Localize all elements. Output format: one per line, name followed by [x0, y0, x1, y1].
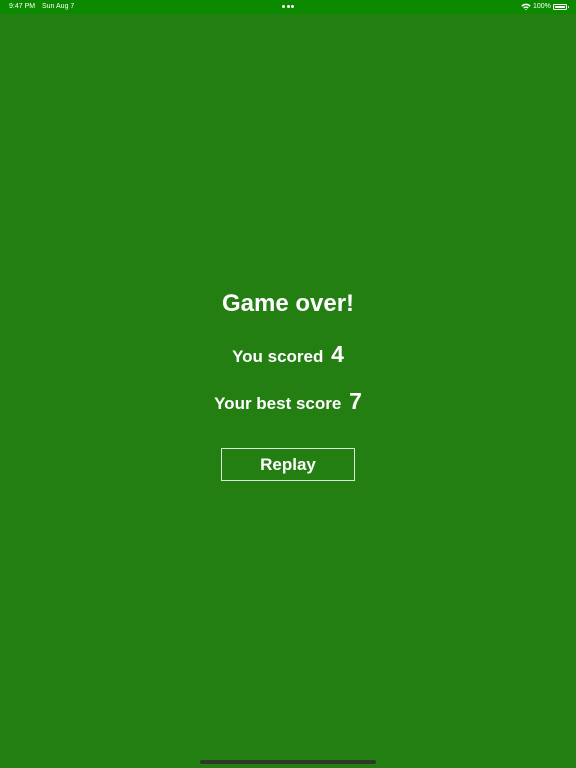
best-score-value: 7 [349, 388, 362, 414]
multitask-dots-icon[interactable] [282, 5, 294, 9]
battery-percent: 100% [533, 3, 551, 10]
status-bar: 9:47 PM Sun Aug 7 100% [0, 0, 576, 14]
score-value: 4 [331, 341, 344, 367]
battery-icon [553, 4, 569, 10]
best-score: Your best score 7 [0, 386, 576, 419]
wifi-icon [521, 3, 531, 11]
replay-button[interactable]: Replay [221, 448, 355, 481]
best-score-label: Your best score [214, 394, 342, 413]
home-indicator[interactable] [200, 760, 376, 764]
current-score: You scored 4 [0, 339, 576, 372]
status-time: 9:47 PM [9, 3, 36, 10]
game-over-title: Game over! [221, 290, 355, 317]
score-label: You scored [232, 347, 324, 366]
game-over-screen: 9:47 PM Sun Aug 7 100% Game over! You sc… [0, 0, 576, 768]
status-date: Sun Aug 7 [42, 3, 75, 10]
